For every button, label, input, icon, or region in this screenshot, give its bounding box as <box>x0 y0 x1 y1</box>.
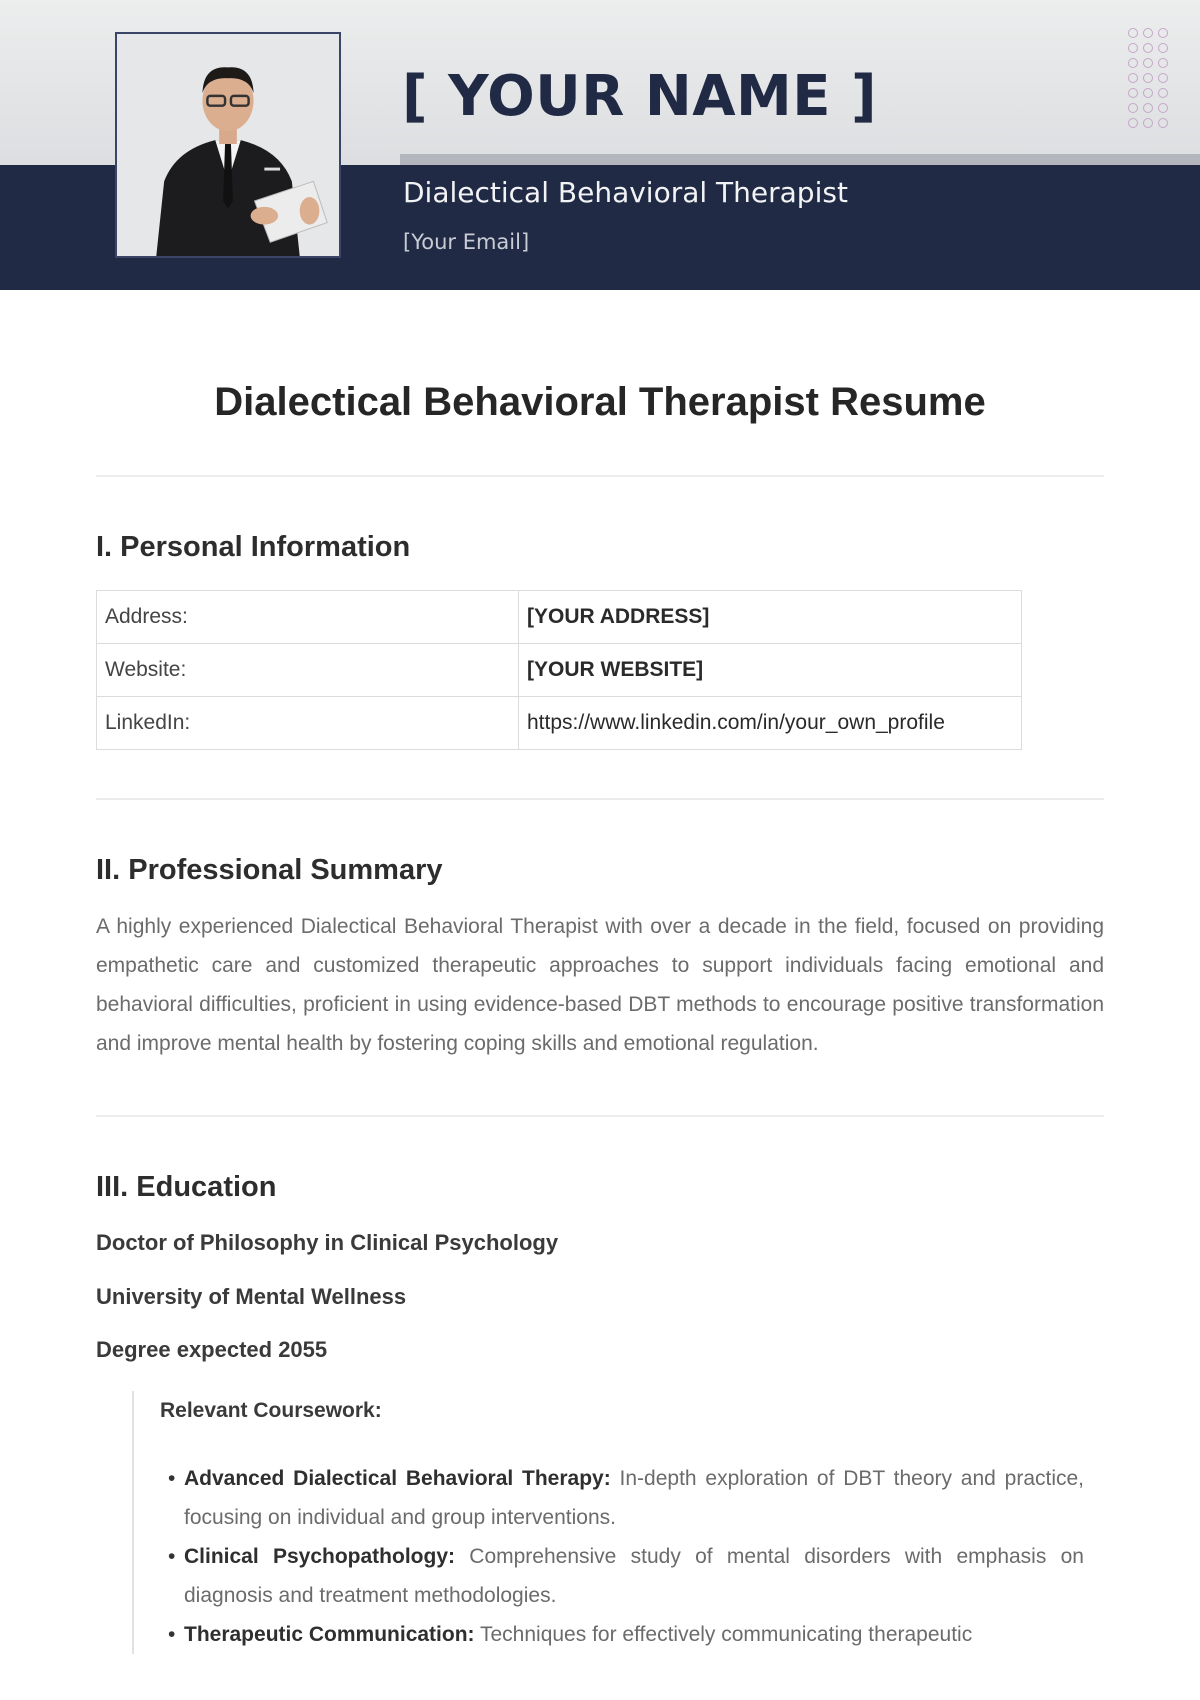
degree-expected: Degree expected 2055 <box>96 1337 328 1362</box>
address-value: [YOUR ADDRESS] <box>518 590 1022 644</box>
dot <box>1158 103 1168 113</box>
resume-header: [ YOUR NAME ] Dialectical Behavioral The… <box>0 0 1200 290</box>
dot <box>1143 43 1153 53</box>
dot <box>1128 118 1138 128</box>
candidate-email: [Your Email] <box>403 230 530 254</box>
decorative-dot-grid-icon <box>1128 28 1168 128</box>
table-row: LinkedIn: https://www.linkedin.com/in/yo… <box>96 696 1022 750</box>
dot <box>1143 28 1153 38</box>
course-name: Therapeutic Communication: <box>184 1623 475 1646</box>
personal-info-table: Address: [YOUR ADDRESS] Website: [YOUR W… <box>96 590 1022 750</box>
section-divider <box>96 475 1104 477</box>
table-row: Address: [YOUR ADDRESS] <box>96 590 1022 644</box>
coursework-block: Relevant Coursework: Advanced Dialectica… <box>132 1391 1104 1654</box>
dot <box>1128 73 1138 83</box>
dot <box>1143 118 1153 128</box>
school-name: University of Mental Wellness <box>96 1284 407 1309</box>
dot <box>1143 73 1153 83</box>
personal-information-section: I. Personal Information Address: [YOUR A… <box>96 531 1104 750</box>
degree-name: Doctor of Philosophy in Clinical Psychol… <box>96 1230 559 1255</box>
dot <box>1158 118 1168 128</box>
dot <box>1158 28 1168 38</box>
profile-photo <box>115 32 341 258</box>
candidate-name: [ YOUR NAME ] <box>402 64 878 129</box>
course-name: Clinical Psychopathology: <box>184 1545 455 1568</box>
section-divider <box>96 798 1104 800</box>
dot <box>1158 43 1168 53</box>
resume-body: Dialectical Behavioral Therapist Resume … <box>96 380 1104 1654</box>
list-item: Therapeutic Communication: Techniques fo… <box>160 1615 1084 1654</box>
dot <box>1158 73 1168 83</box>
education-section: III. Education Doctor of Philosophy in C… <box>96 1171 1104 1654</box>
dot <box>1128 58 1138 68</box>
linkedin-label: LinkedIn: <box>96 696 519 750</box>
section-divider <box>96 1115 1104 1117</box>
dot <box>1143 103 1153 113</box>
address-label: Address: <box>96 590 519 644</box>
dot <box>1143 88 1153 98</box>
dot <box>1158 88 1168 98</box>
coursework-label: Relevant Coursework: <box>160 1399 382 1422</box>
website-label: Website: <box>96 643 519 697</box>
list-item: Clinical Psychopathology: Comprehensive … <box>160 1537 1084 1615</box>
summary-paragraph: A highly experienced Dialectical Behavio… <box>96 915 1104 1055</box>
person-photo-icon <box>117 34 339 256</box>
dot <box>1128 28 1138 38</box>
linkedin-value[interactable]: https://www.linkedin.com/in/your_own_pro… <box>518 696 1022 750</box>
dot <box>1143 58 1153 68</box>
table-row: Website: [YOUR WEBSITE] <box>96 643 1022 697</box>
candidate-job-title: Dialectical Behavioral Therapist <box>403 176 848 209</box>
section-heading: II. Professional Summary <box>96 854 443 886</box>
dot <box>1128 88 1138 98</box>
document-title: Dialectical Behavioral Therapist Resume <box>214 380 986 424</box>
section-heading: III. Education <box>96 1171 277 1203</box>
website-value: [YOUR WEBSITE] <box>518 643 1022 697</box>
header-accent-bar <box>400 154 1200 165</box>
professional-summary-section: II. Professional Summary A highly experi… <box>96 854 1104 1063</box>
list-item: Advanced Dialectical Behavioral Therapy:… <box>160 1459 1084 1537</box>
course-description: Techniques for effectively communicating… <box>480 1623 973 1646</box>
section-heading: I. Personal Information <box>96 531 411 563</box>
course-name: Advanced Dialectical Behavioral Therapy: <box>184 1467 611 1490</box>
dot <box>1158 58 1168 68</box>
dot <box>1128 103 1138 113</box>
coursework-list: Advanced Dialectical Behavioral Therapy:… <box>160 1459 1084 1654</box>
dot <box>1128 43 1138 53</box>
